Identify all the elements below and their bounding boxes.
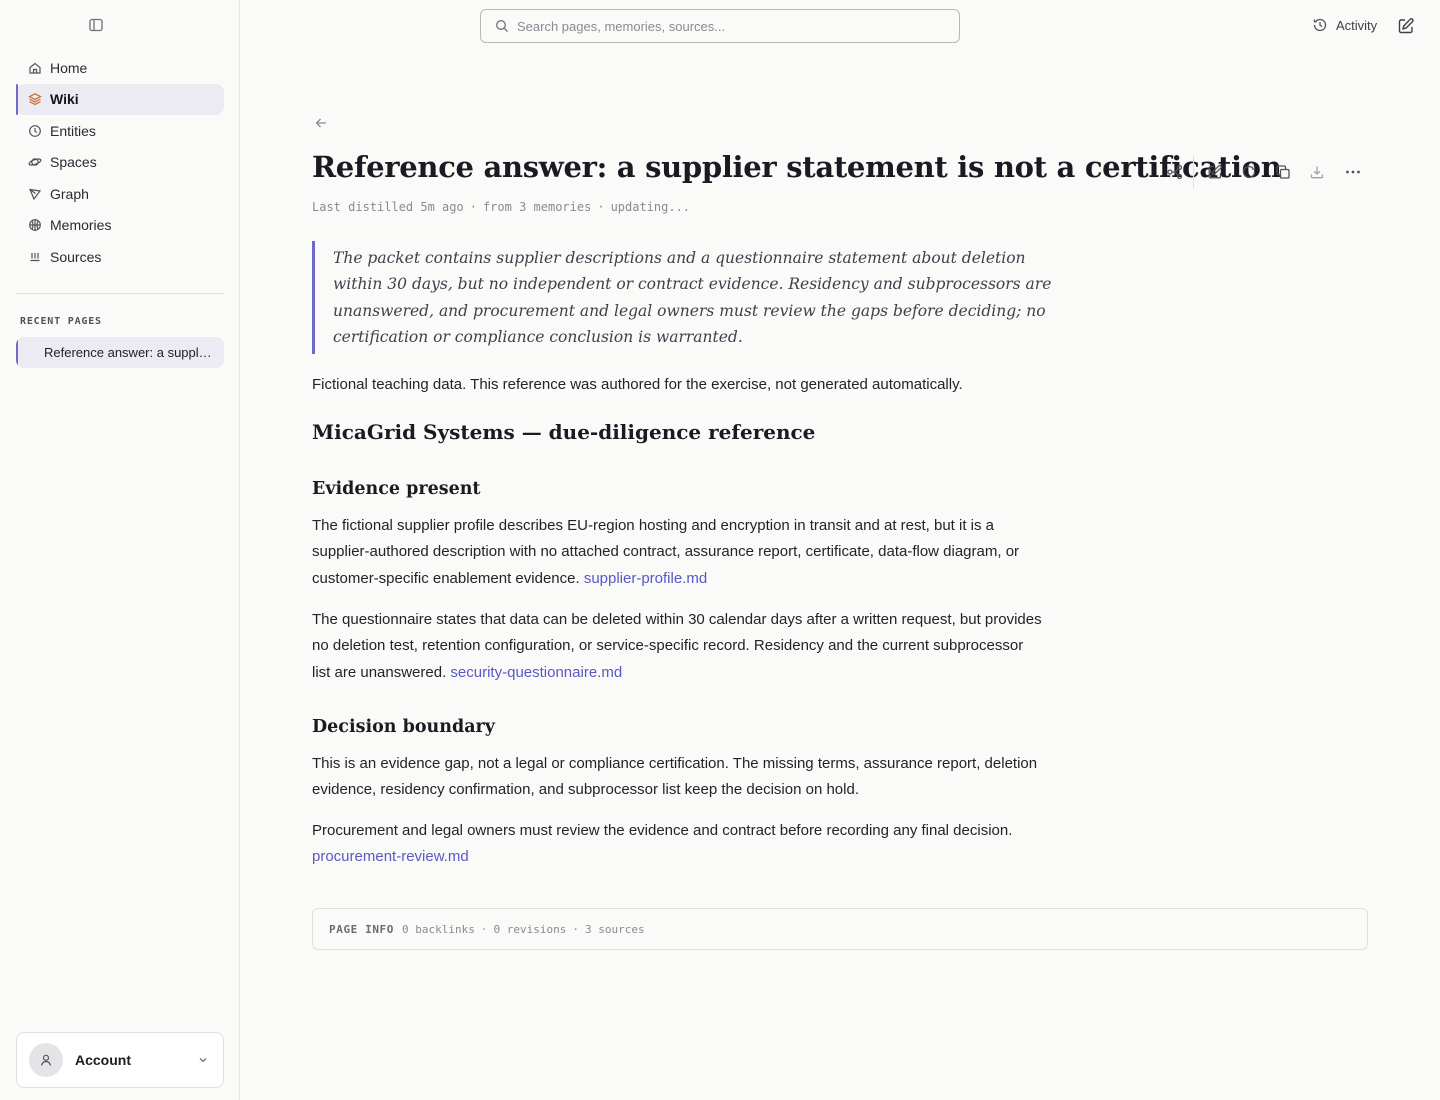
actions-divider [1193,156,1194,188]
account-menu[interactable]: Account [16,1032,224,1088]
sidebar-item-label: Wiki [50,91,79,108]
sidebar-item-label: Graph [50,185,89,202]
page-info-bar[interactable]: PAGE INFO 0 backlinks · 0 revisions · 3 so… [312,908,1368,950]
sidebar-item-label: Home [50,59,88,76]
arrow-left-icon [315,118,326,128]
sidebar-item-memories[interactable]: Memories [16,210,224,242]
sidebar-item-wiki[interactable]: Wiki [16,83,224,115]
search-icon [496,20,508,32]
sidebar-divider [16,293,224,294]
refresh-button[interactable] [1238,161,1260,183]
disclaimer-text: Fictional teaching data. This reference … [312,376,963,393]
graph-view-button[interactable] [1164,161,1186,183]
paragraph: The fictional supplier profile describes… [312,513,1042,592]
backlinks-count: 0 backlinks [402,922,475,936]
subsection-heading-evidence: Evidence present [312,479,481,499]
download-button[interactable] [1306,161,1328,183]
sidebar: Home Wiki Entities Spaces Graph Memories… [0,0,240,1100]
chevron-down-icon [197,1053,209,1071]
sidebar-item-home[interactable]: Home [16,52,224,84]
meta-distilled: Last distilled 5m ago [312,200,464,214]
edit-icon [1208,164,1222,179]
activity-button[interactable]: Activity [1312,17,1377,33]
avatar [29,1043,63,1077]
refresh-icon [1242,165,1256,179]
back-button[interactable] [314,116,328,135]
sidebar-toggle-icon[interactable] [88,17,104,33]
subsection-heading-decision: Decision boundary [312,717,495,737]
source-link[interactable]: procurement-review.md [312,848,469,865]
recent-pages-title: RECENT PAGES [20,316,102,327]
copy-icon [1276,165,1290,179]
paragraph-text: The questionnaire states that data can b… [312,611,1042,681]
sidebar-item-graph[interactable]: Graph [16,178,224,210]
revisions-count: 0 revisions [493,922,567,936]
page-actions [1164,156,1364,188]
sidebar-item-entities[interactable]: Entities [16,115,224,147]
history-icon [1313,18,1327,32]
info-separator: · [572,922,579,936]
more-button[interactable] [1342,161,1364,183]
brain-icon [28,218,42,232]
download-icon [1310,166,1324,179]
activity-label: Activity [1336,17,1378,33]
graph-icon [28,187,42,201]
sidebar-item-label: Memories [50,217,112,234]
meta-separator: · [597,200,605,214]
sidebar-item-label: Spaces [50,154,97,171]
section-heading: MicaGrid Systems — due-diligence referen… [312,420,816,444]
search-bar[interactable] [480,9,960,43]
source-link[interactable]: supplier-profile.md [584,570,707,587]
sidebar-item-label: Sources [50,248,102,265]
layers-icon [28,92,42,106]
clock-icon [28,124,42,138]
page-title: Reference answer: a supplier statement i… [312,150,1282,184]
page-info-title: PAGE INFO [329,922,395,936]
sidebar-item-spaces[interactable]: Spaces [16,147,224,179]
sources-count: 3 sources [584,922,645,936]
paragraph: Procurement and legal owners must review… [312,818,1042,871]
home-icon [28,61,42,75]
recent-page-label: Reference answer: a supplier statement i… [44,345,212,360]
share-graph-icon [1167,164,1183,180]
orbit-icon [28,155,42,169]
meta-source-count: from 3 memories [482,200,592,214]
meta-status: updating... [610,200,691,214]
meta-separator: · [469,200,477,214]
paragraph: The questionnaire states that data can b… [312,607,1042,686]
page-meta: Last distilled 5m ago · from 3 memories · up… [312,200,690,214]
recent-page-item[interactable]: Reference answer: a supplier statement i… [16,337,224,368]
more-horizontal-icon [1346,170,1360,174]
edit-icon [1398,18,1414,34]
account-label: Account [75,1052,131,1068]
info-separator: · [480,922,488,936]
search-input[interactable] [517,18,937,34]
copy-button[interactable] [1272,161,1294,183]
paragraph: This is an evidence gap, not a legal or … [312,755,1038,799]
inbox-icon [28,250,42,264]
sidebar-nav: Home Wiki Entities Spaces Graph Memories… [16,52,224,273]
paragraph-text: Procurement and legal owners must review… [312,822,1013,839]
edit-button[interactable] [1204,161,1226,183]
sidebar-item-sources[interactable]: Sources [16,241,224,273]
summary-quote: The packet contains supplier description… [312,241,1052,355]
sidebar-item-label: Entities [50,122,96,139]
user-icon [40,1054,52,1066]
new-page-button[interactable] [1397,17,1415,40]
source-link[interactable]: security-questionnaire.md [450,664,622,681]
